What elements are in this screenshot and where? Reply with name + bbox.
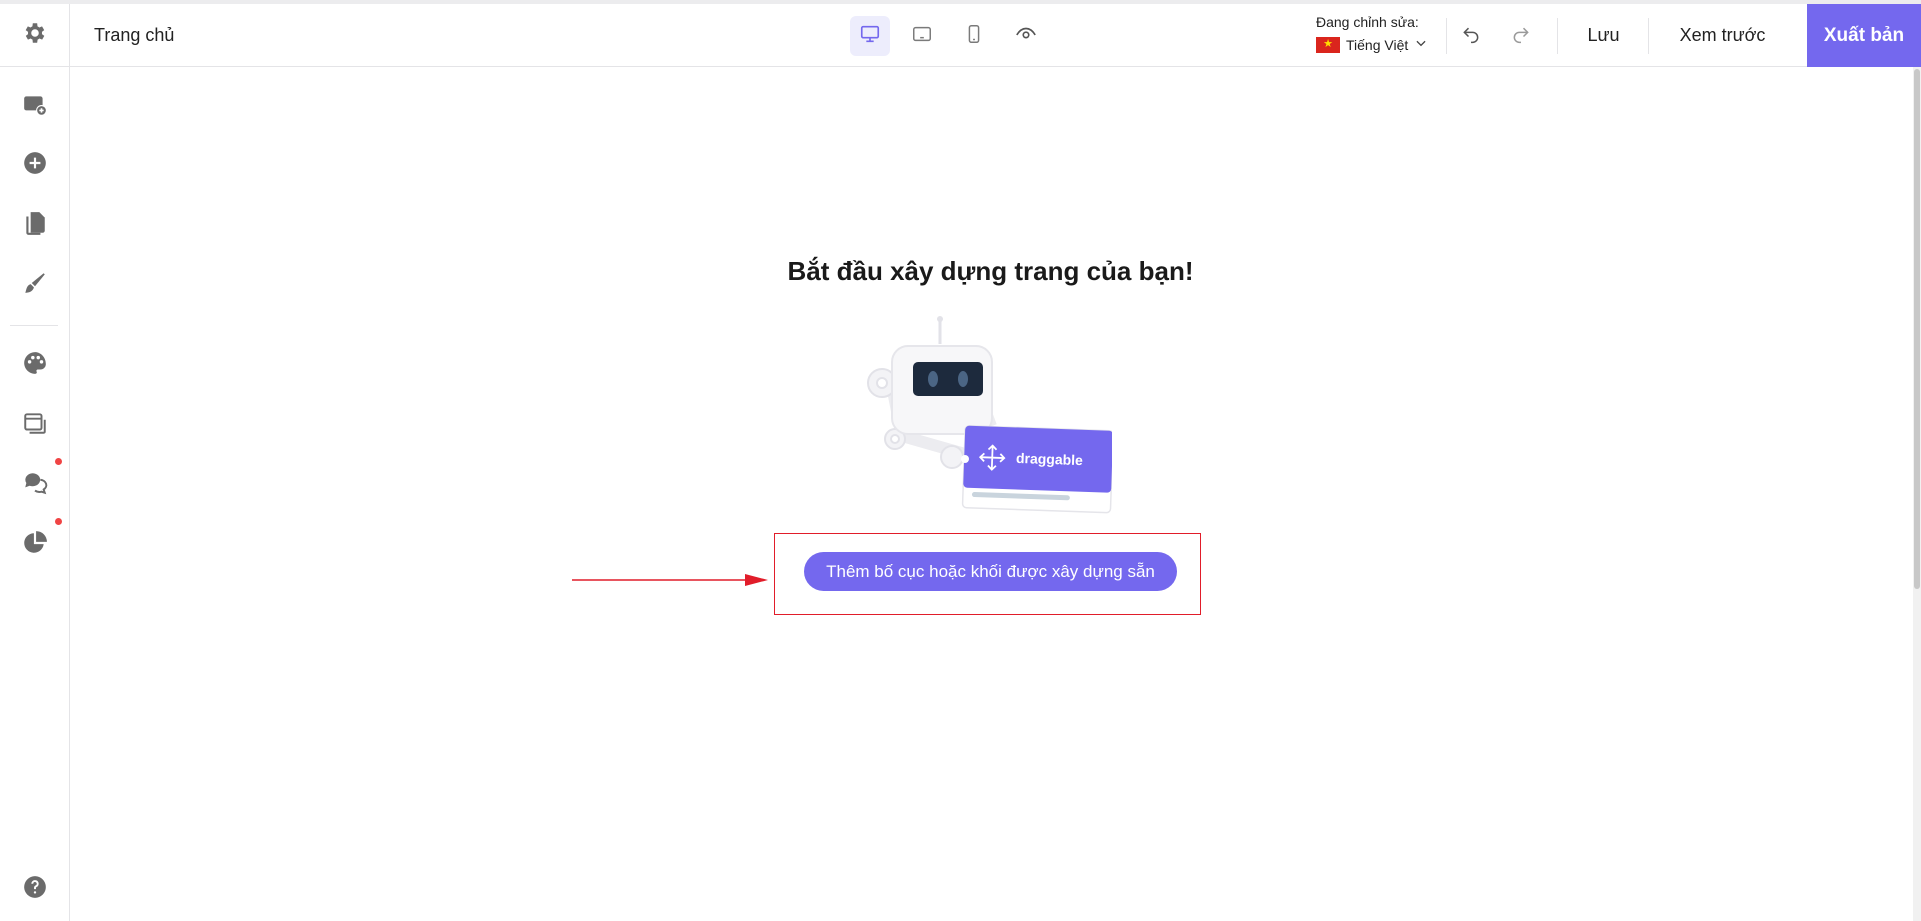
pie-chart-icon bbox=[22, 530, 48, 561]
tablet-icon bbox=[911, 23, 933, 50]
robot-illustration: draggable bbox=[862, 316, 1114, 516]
app-window: Trang chủ Đang chỉnh sửa: ★ Tiếng Việt L… bbox=[0, 0, 1921, 921]
undo-button[interactable] bbox=[1453, 18, 1489, 54]
publish-button[interactable]: Xuất bản bbox=[1807, 4, 1921, 67]
page-name-selector[interactable]: Trang chủ bbox=[94, 4, 174, 67]
sidebar-divider bbox=[10, 325, 58, 326]
help-button[interactable] bbox=[15, 869, 55, 909]
eye-icon bbox=[1015, 23, 1037, 50]
sidebar-item-theme[interactable] bbox=[15, 345, 55, 385]
draggable-label: draggable bbox=[1015, 449, 1084, 469]
desktop-icon bbox=[859, 23, 881, 50]
tablet-view-button[interactable] bbox=[902, 16, 942, 56]
top-toolbar: Trang chủ Đang chỉnh sửa: ★ Tiếng Việt L… bbox=[0, 4, 1921, 67]
save-button[interactable]: Lưu bbox=[1562, 4, 1645, 67]
annotation-arrow-icon bbox=[572, 574, 768, 586]
empty-state-heading: Bắt đầu xây dựng trang của bạn! bbox=[787, 256, 1194, 286]
notification-dot bbox=[55, 458, 62, 465]
sidebar-item-pages[interactable] bbox=[15, 205, 55, 245]
add-section-icon bbox=[22, 92, 48, 123]
undo-icon bbox=[1461, 24, 1481, 49]
palette-icon bbox=[22, 350, 48, 381]
editing-label: Đang chỉnh sửa: bbox=[1316, 14, 1419, 30]
help-icon bbox=[22, 874, 48, 905]
settings-button[interactable] bbox=[0, 4, 70, 67]
device-switcher bbox=[850, 16, 1046, 56]
mobile-icon bbox=[963, 23, 985, 50]
language-label: Tiếng Việt bbox=[1346, 36, 1409, 53]
sidebar-item-add-section[interactable] bbox=[15, 87, 55, 127]
sidebar-item-add-element[interactable] bbox=[15, 145, 55, 185]
preview-visibility-button[interactable] bbox=[1006, 16, 1046, 56]
notification-dot bbox=[55, 518, 62, 525]
toolbar-divider bbox=[1648, 18, 1649, 54]
gear-icon bbox=[22, 20, 48, 51]
language-switcher[interactable]: Đang chỉnh sửa: ★ Tiếng Việt bbox=[1316, 14, 1436, 53]
redo-icon bbox=[1511, 24, 1531, 49]
left-sidebar bbox=[0, 67, 70, 921]
preview-button[interactable]: Xem trước bbox=[1652, 4, 1793, 67]
sidebar-item-popups[interactable] bbox=[15, 405, 55, 445]
chevron-down-icon bbox=[1414, 36, 1428, 53]
toolbar-divider bbox=[1446, 18, 1447, 54]
add-prebuilt-layout-button[interactable]: Thêm bố cục hoặc khối được xây dựng sẵn bbox=[804, 552, 1177, 591]
sidebar-item-analytics[interactable] bbox=[15, 525, 55, 565]
window-icon bbox=[22, 410, 48, 441]
pages-icon bbox=[22, 210, 48, 241]
page-name: Trang chủ bbox=[94, 25, 175, 45]
sidebar-item-chat[interactable] bbox=[15, 465, 55, 505]
toolbar-divider bbox=[1557, 18, 1558, 54]
chat-icon bbox=[22, 470, 48, 501]
scrollbar-thumb[interactable] bbox=[1914, 69, 1920, 589]
vietnam-flag-icon: ★ bbox=[1316, 36, 1340, 53]
canvas-scrollbar[interactable] bbox=[1913, 67, 1921, 921]
redo-button[interactable] bbox=[1503, 18, 1539, 54]
plus-circle-icon bbox=[22, 150, 48, 181]
mobile-view-button[interactable] bbox=[954, 16, 994, 56]
desktop-view-button[interactable] bbox=[850, 16, 890, 56]
